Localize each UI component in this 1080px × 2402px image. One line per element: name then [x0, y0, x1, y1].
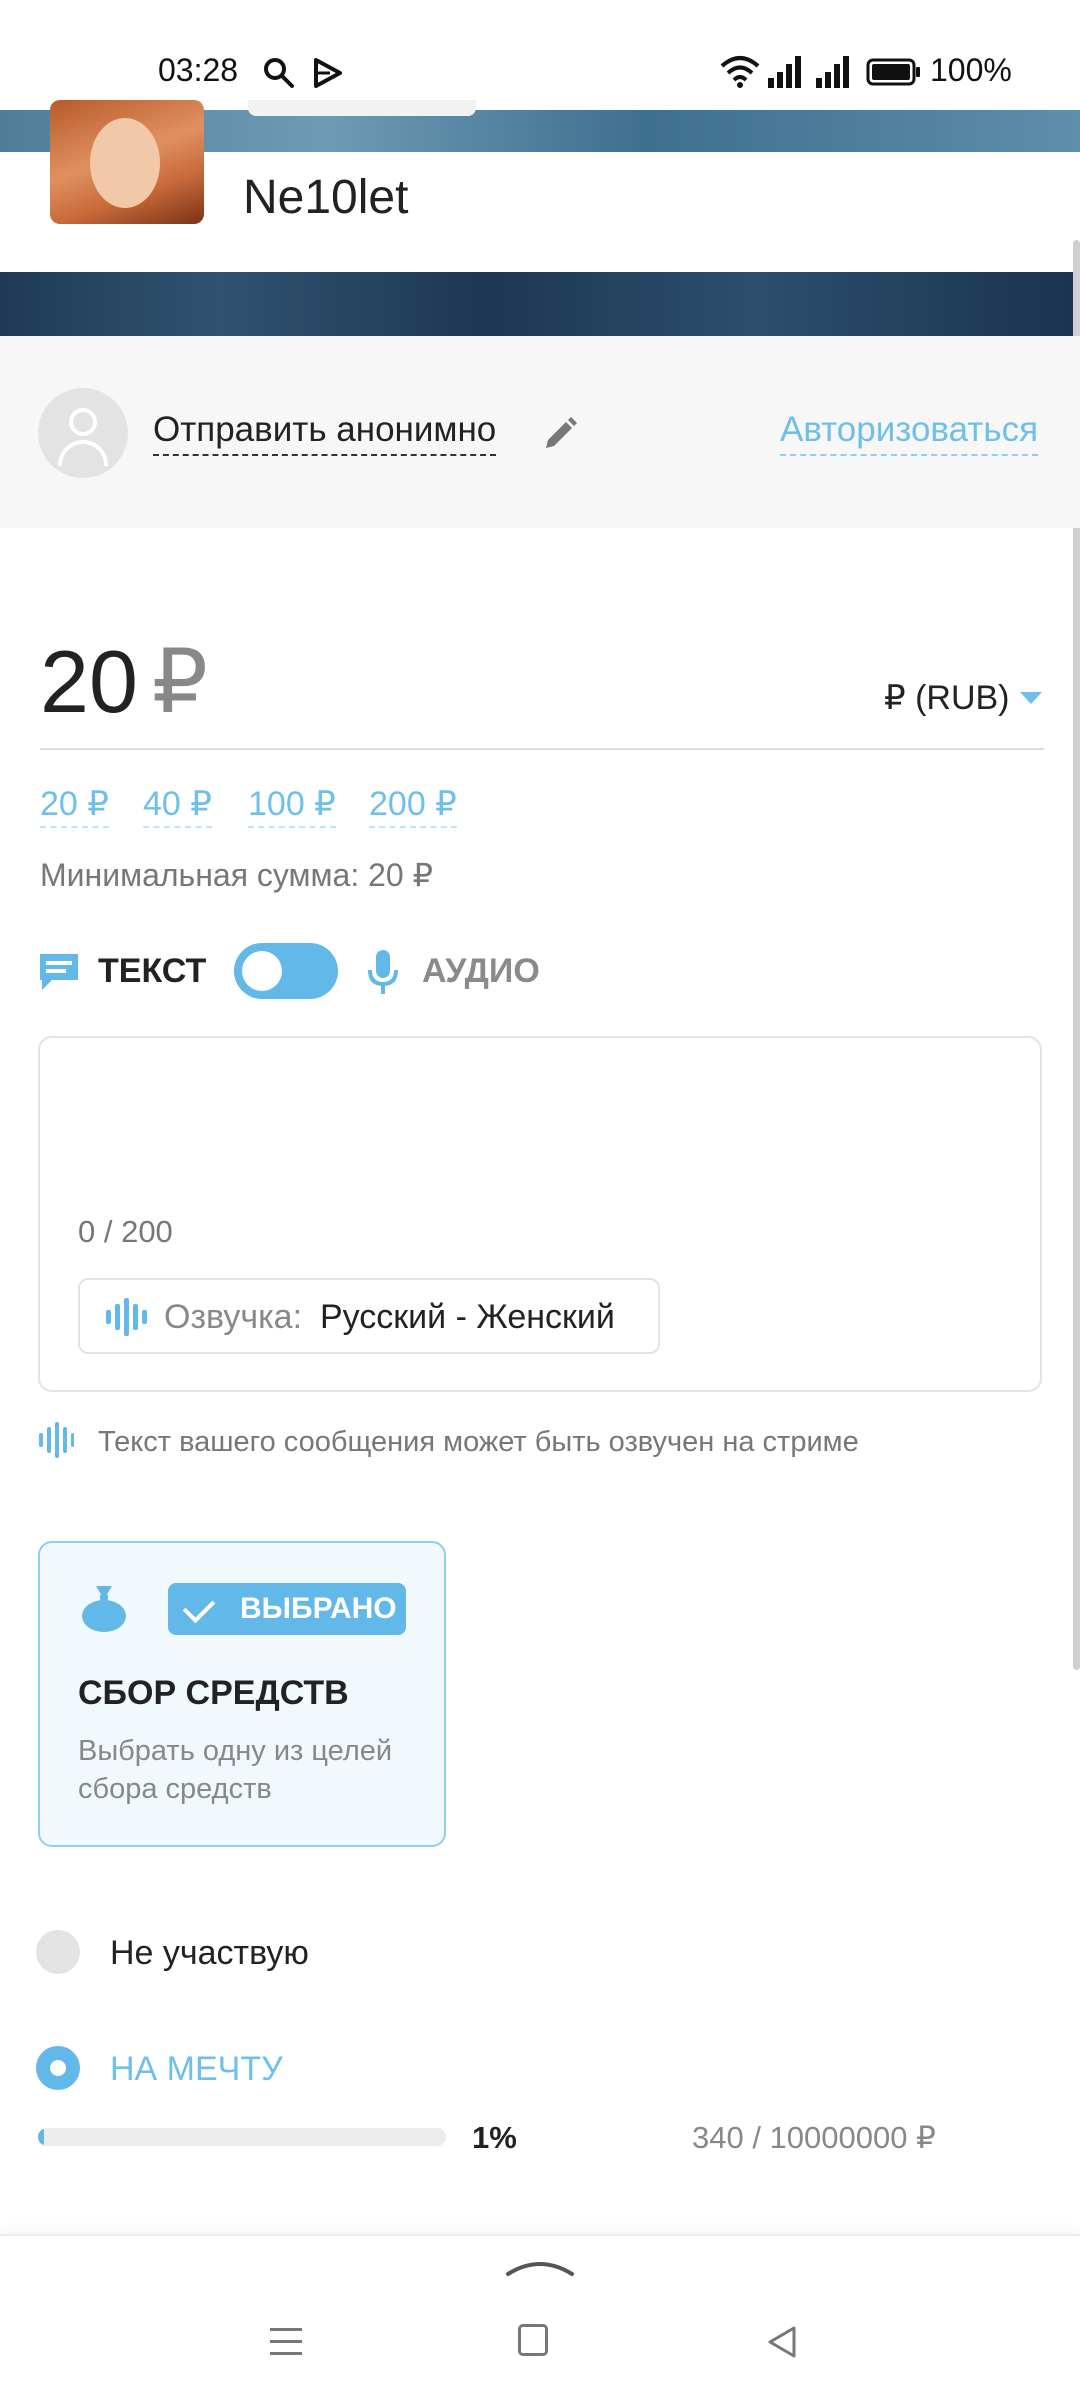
currency-select[interactable]: ₽ (RUB): [884, 678, 1010, 718]
preset-amount-20[interactable]: 20 ₽: [40, 784, 109, 828]
user-avatar-placeholder: [38, 388, 128, 478]
goal-progress-fill: [38, 2128, 45, 2146]
preset-amount-200[interactable]: 200 ₽: [369, 784, 457, 828]
fundraising-description: Выбрать одну из целей сбора средств: [78, 1735, 393, 1805]
minimum-amount-note: Минимальная сумма: 20 ₽: [40, 857, 433, 893]
avatar: [50, 100, 204, 224]
battery-percent: 100%: [930, 52, 1012, 88]
wifi-icon: [720, 56, 760, 88]
signal-icon: [768, 56, 801, 88]
soundwave-icon: [39, 1422, 74, 1458]
option-dream-goal[interactable]: НА МЕЧТУ: [110, 2050, 283, 2089]
divider: [40, 748, 1044, 750]
goal-progress-bar: [38, 2128, 446, 2146]
chevron-down-icon[interactable]: [1020, 692, 1042, 704]
amount-currency-symbol: ₽: [151, 632, 208, 731]
voice-label: Озвучка:: [164, 1298, 303, 1336]
voice-hint: Текст вашего сообщения может быть озвуче…: [98, 1426, 859, 1458]
radio-dream-goal[interactable]: [36, 2046, 80, 2090]
send-anonymously-link[interactable]: Отправить анонимно: [153, 410, 497, 456]
battery-icon: [866, 58, 920, 86]
character-counter: 0 / 200: [78, 1214, 173, 1249]
preset-amount-40[interactable]: 40 ₽: [143, 784, 212, 828]
audio-mode-label[interactable]: АУДИО: [422, 952, 540, 991]
back-icon[interactable]: [762, 2322, 802, 2362]
amount-value: 20: [40, 632, 138, 731]
pencil-icon[interactable]: [540, 414, 580, 454]
fundraising-title: СБОР СРЕДСТВ: [78, 1674, 349, 1712]
money-bag-icon: [82, 1586, 126, 1632]
signal-icon: [816, 56, 849, 88]
status-time: 03:28: [158, 52, 239, 88]
preset-amount-100[interactable]: 100 ₽: [248, 784, 336, 828]
amount-input[interactable]: 20 ₽: [40, 630, 208, 733]
streamer-name: Ne10let: [243, 171, 409, 224]
home-icon[interactable]: [518, 2324, 548, 2356]
drag-handle: [248, 100, 476, 116]
login-link[interactable]: Авторизоваться: [780, 410, 1039, 456]
message-icon: [40, 954, 78, 990]
selected-badge-label: ВЫБРАНО: [240, 1592, 397, 1625]
goal-percent: 1%: [472, 2120, 517, 2155]
menu-icon[interactable]: [266, 2322, 306, 2362]
chevron-up-icon[interactable]: [504, 2254, 576, 2278]
search-icon: [264, 58, 294, 88]
goal-amount: 340 / 10000000 ₽: [692, 2120, 936, 2155]
check-icon: [182, 1590, 216, 1624]
microphone-icon: [368, 950, 398, 994]
cover-image: [0, 272, 1080, 336]
soundwave-icon: [106, 1298, 147, 1336]
text-mode-label[interactable]: ТЕКСТ: [98, 952, 206, 991]
play-icon: [314, 58, 342, 88]
radio-not-participating[interactable]: [36, 1930, 80, 1974]
text-audio-toggle[interactable]: [234, 943, 338, 999]
voice-value: Русский - Женский: [320, 1298, 615, 1336]
option-not-participating[interactable]: Не участвую: [110, 1934, 309, 1973]
